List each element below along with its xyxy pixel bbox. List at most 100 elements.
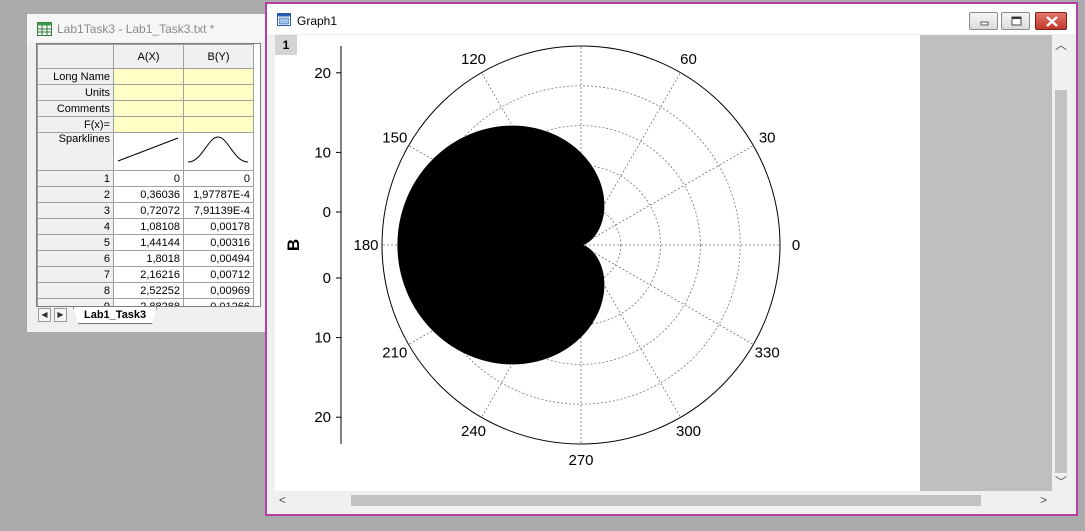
sparkline-a[interactable]	[113, 132, 184, 171]
table-row[interactable]: 9 2,88288 0,01266	[37, 298, 254, 306]
graph-page[interactable]: 1 0 30 60 120 150 180 210 240 270 300 330 20 10 0 0 10 2…	[275, 35, 920, 491]
minimize-button[interactable]	[969, 12, 998, 30]
worksheet-grid[interactable]: A(X) B(Y) Long Name Units Comments F(x)=	[36, 43, 261, 307]
cell-a[interactable]: 0,36036	[113, 186, 184, 203]
graph-title-bar[interactable]: Graph1	[267, 4, 1076, 34]
close-button[interactable]	[1035, 12, 1067, 30]
column-header-a[interactable]: A(X)	[113, 44, 184, 69]
vertical-scrollbar[interactable]: ︿ ﹀	[1052, 35, 1070, 491]
comments-cell-a[interactable]	[113, 100, 184, 117]
restore-button[interactable]	[1001, 12, 1030, 30]
worksheet-icon	[37, 22, 52, 36]
data-series-shape	[397, 125, 605, 365]
workbook-window[interactable]: Lab1Task3 - Lab1_Task3.txt * A(X) B(Y) L…	[26, 13, 276, 333]
cell-b[interactable]: 0,00178	[183, 218, 254, 235]
sheet-tab-bar: ◀ ▶ Lab1_Task3	[36, 307, 276, 325]
radial-axis-title: B	[284, 239, 303, 251]
row-number[interactable]: 1	[37, 170, 114, 187]
angle-tick-label: 0	[792, 237, 800, 254]
table-row[interactable]: 6 1,8018 0,00494	[37, 250, 254, 267]
meta-row-label-fx: F(x)=	[37, 116, 114, 133]
next-arrow-icon: ▶	[57, 310, 64, 319]
meta-row-label-long-name: Long Name	[37, 68, 114, 85]
polar-chart: 0 30 60 120 150 180 210 240 270 300 330 20 10 0 0 10 20 B	[284, 45, 800, 469]
vertical-scroll-thumb[interactable]	[1055, 90, 1067, 473]
cell-a[interactable]: 1,8018	[113, 250, 184, 267]
sparkline-a-graphic	[117, 137, 179, 162]
radial-tick-label: 10	[314, 144, 331, 161]
radial-tick-label: 10	[314, 330, 331, 347]
scroll-left-icon[interactable]: <	[279, 494, 286, 506]
long-name-cell-a[interactable]	[113, 68, 184, 85]
table-row[interactable]: 3 0,72072 7,91139E-4	[37, 202, 254, 219]
workbook-title: Lab1Task3 - Lab1_Task3.txt *	[57, 22, 215, 36]
cell-b[interactable]: 1,97787E-4	[183, 186, 254, 203]
layer-badge[interactable]: 1	[275, 35, 297, 55]
radial-tick-label: 20	[314, 65, 331, 82]
graph-title: Graph1	[297, 14, 338, 28]
cell-b[interactable]: 0,00712	[183, 266, 254, 283]
radial-tick-label: 0	[323, 270, 331, 287]
units-cell-a[interactable]	[113, 84, 184, 101]
scroll-up-icon[interactable]: ︿	[1055, 39, 1067, 51]
page-margin-area	[920, 35, 1052, 491]
sparkline-b-graphic	[187, 136, 249, 163]
prev-sheet-button[interactable]: ◀	[38, 308, 51, 322]
fx-cell-b[interactable]	[183, 116, 254, 133]
table-row[interactable]: 7 2,16216 0,00712	[37, 266, 254, 283]
horizontal-scroll-thumb[interactable]	[351, 495, 981, 506]
row-number[interactable]: 3	[37, 202, 114, 219]
next-sheet-button[interactable]: ▶	[54, 308, 67, 322]
graph-icon	[277, 13, 291, 26]
row-number[interactable]: 5	[37, 234, 114, 251]
table-row[interactable]: 5 1,44144 0,00316	[37, 234, 254, 251]
meta-row-label-sparklines: Sparklines	[37, 132, 114, 171]
restore-icon	[1011, 16, 1022, 26]
table-row[interactable]: 2 0,36036 1,97787E-4	[37, 186, 254, 203]
workbook-title-bar[interactable]: Lab1Task3 - Lab1_Task3.txt *	[27, 14, 275, 42]
units-cell-b[interactable]	[183, 84, 254, 101]
row-number[interactable]: 7	[37, 266, 114, 283]
cell-a[interactable]: 2,16216	[113, 266, 184, 283]
angle-tick-label: 150	[382, 130, 407, 147]
corner-header[interactable]	[37, 44, 114, 69]
row-number[interactable]: 9	[37, 298, 114, 306]
cell-a[interactable]: 1,08108	[113, 218, 184, 235]
close-icon	[1046, 16, 1058, 27]
radial-tick-label: 0	[323, 204, 331, 221]
cell-b[interactable]: 0,00316	[183, 234, 254, 251]
angle-tick-label: 270	[568, 452, 593, 469]
angle-tick-label: 240	[461, 423, 486, 440]
cell-a[interactable]: 2,88288	[113, 298, 184, 306]
table-row[interactable]: 100	[37, 170, 254, 187]
cell-a[interactable]: 0	[113, 170, 184, 187]
row-number[interactable]: 6	[37, 250, 114, 267]
angle-tick-label: 330	[755, 345, 780, 362]
cell-b[interactable]: 7,91139E-4	[183, 202, 254, 219]
table-row[interactable]: 4 1,08108 0,00178	[37, 218, 254, 235]
row-number[interactable]: 4	[37, 218, 114, 235]
cell-a[interactable]: 0,72072	[113, 202, 184, 219]
graph-window[interactable]: Graph1 1 0 30 60 120 150 180 210 240 270 300 330 20…	[265, 2, 1078, 516]
fx-cell-a[interactable]	[113, 116, 184, 133]
table-row[interactable]: 8 2,52252 0,00969	[37, 282, 254, 299]
cell-a[interactable]: 1,44144	[113, 234, 184, 251]
column-header-b[interactable]: B(Y)	[183, 44, 254, 69]
sparkline-b[interactable]	[183, 132, 254, 171]
row-number[interactable]: 2	[37, 186, 114, 203]
cell-a[interactable]: 2,52252	[113, 282, 184, 299]
scroll-down-icon[interactable]: ﹀	[1055, 476, 1067, 488]
row-number[interactable]: 8	[37, 282, 114, 299]
comments-cell-b[interactable]	[183, 100, 254, 117]
polar-grid-spoke	[580, 244, 754, 345]
long-name-cell-b[interactable]	[183, 68, 254, 85]
cell-b[interactable]: 0	[183, 170, 254, 187]
horizontal-scrollbar[interactable]: < >	[275, 491, 1052, 509]
prev-arrow-icon: ◀	[41, 310, 48, 319]
cell-b[interactable]: 0,00494	[183, 250, 254, 267]
angle-tick-label: 180	[353, 237, 378, 254]
scroll-right-icon[interactable]: >	[1040, 494, 1047, 506]
cell-b[interactable]: 0,01266	[183, 298, 254, 306]
cell-b[interactable]: 0,00969	[183, 282, 254, 299]
sheet-tab-lab1-task3[interactable]: Lab1_Task3	[73, 307, 158, 324]
